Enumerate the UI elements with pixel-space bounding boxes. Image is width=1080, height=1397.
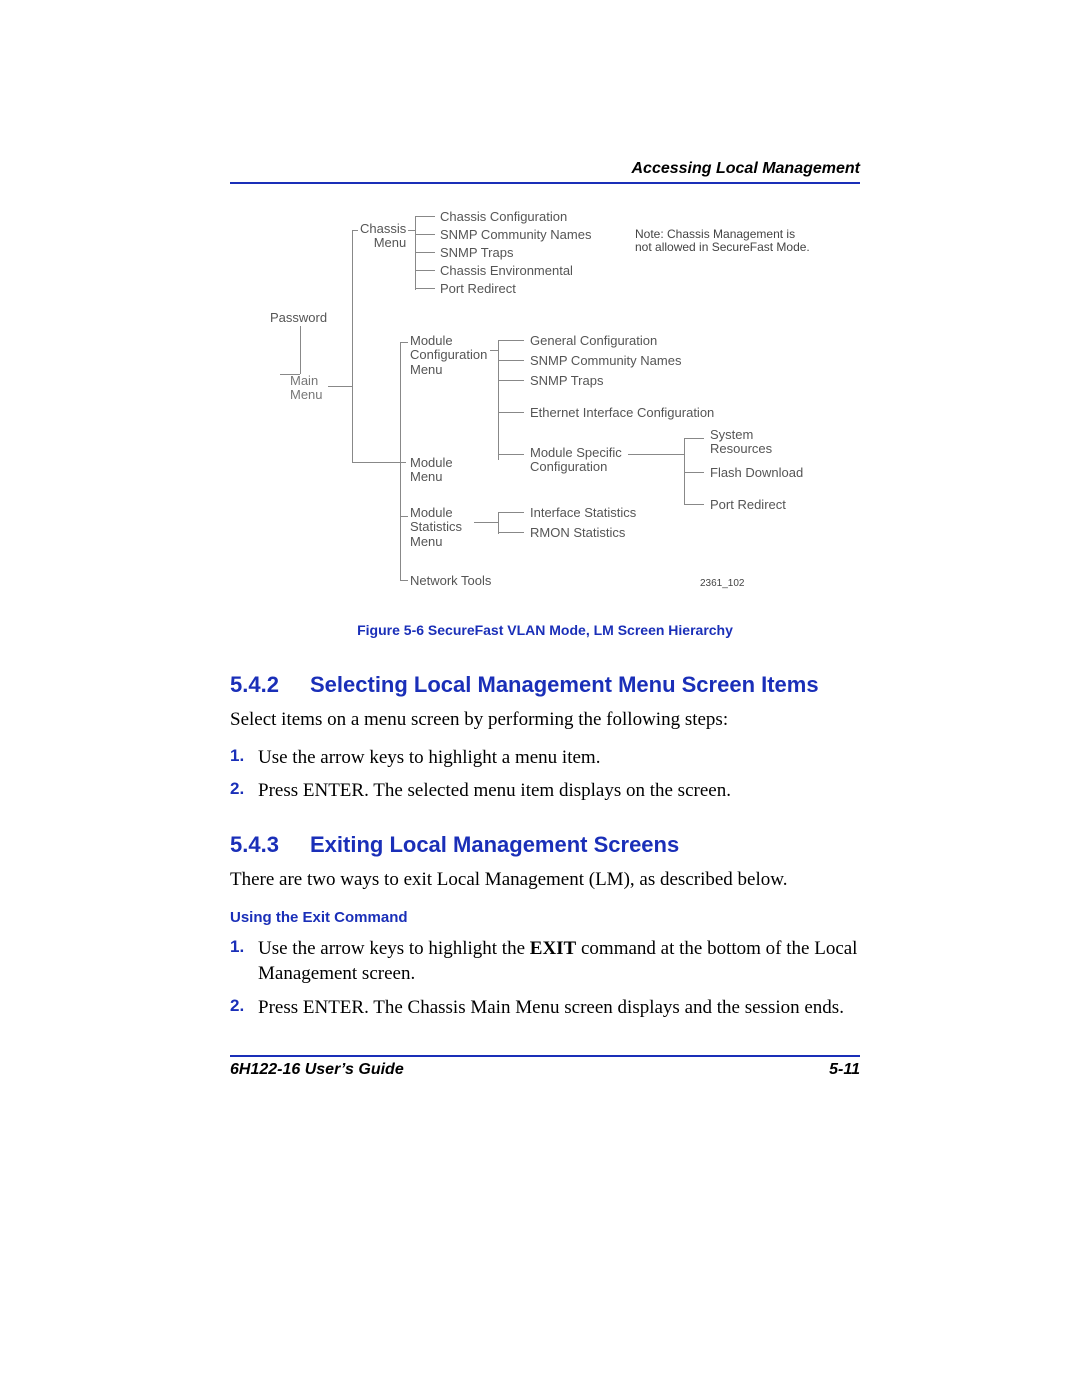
footer-rule: [230, 1055, 860, 1057]
lbl-chassis-item-2: SNMP Traps: [440, 246, 513, 260]
lbl-mc-item-3: Ethernet Interface Configuration: [530, 406, 714, 420]
step-number: 2.: [230, 778, 244, 801]
step-number: 1.: [230, 745, 244, 768]
list-item: 1. Use the arrow keys to highlight the E…: [230, 936, 860, 987]
lbl-stats-item-0: Interface Statistics: [530, 506, 636, 520]
lbl-module-menu: Module Menu: [410, 456, 453, 485]
lbl-mc-item-1: SNMP Community Names: [530, 354, 681, 368]
lbl-module-specific: Module Specific Configuration: [530, 446, 622, 475]
lbl-chassis-item-3: Chassis Environmental: [440, 264, 573, 278]
heading-title: Exiting Local Management Screens: [310, 832, 679, 857]
list-item: 2. Press ENTER. The selected menu item di…: [230, 778, 860, 804]
step-text: Use the arrow keys to highlight the EXIT…: [258, 938, 857, 985]
step-number: 2.: [230, 995, 244, 1018]
lbl-password: Password: [270, 311, 327, 325]
heading-num: 5.4.2: [230, 672, 310, 698]
lbl-main-menu: Main Menu: [290, 374, 323, 403]
lbl-stats-item-1: RMON Statistics: [530, 526, 625, 540]
lbl-network-tools: Network Tools: [410, 574, 491, 588]
lbl-note: Note: Chassis Management is not allowed …: [635, 228, 810, 254]
hierarchy-diagram: Password Main Menu Chassis Menu Chassis …: [230, 206, 860, 616]
footer-left: 6H122-16 User’s Guide: [230, 1061, 404, 1079]
lbl-chassis-item-0: Chassis Configuration: [440, 210, 567, 224]
heading-5-4-3: 5.4.3Exiting Local Management Screens: [230, 832, 860, 858]
step-text: Press ENTER. The Chassis Main Menu scree…: [258, 997, 844, 1018]
doc-id: 2361_102: [700, 578, 745, 589]
lbl-ms-item-1: Flash Download: [710, 466, 803, 480]
figure-caption: Figure 5-6 SecureFast VLAN Mode, LM Scre…: [230, 622, 860, 638]
footer: 6H122-16 User’s Guide 5-11: [230, 1061, 860, 1079]
lbl-chassis-item-1: SNMP Community Names: [440, 228, 591, 242]
section1-steps: 1. Use the arrow keys to highlight a menu…: [230, 745, 860, 804]
heading-5-4-2: 5.4.2Selecting Local Management Menu Scr…: [230, 672, 860, 698]
section2-intro: There are two ways to exit Local Managem…: [230, 868, 860, 893]
section1-intro: Select items on a menu screen by perform…: [230, 708, 860, 733]
subheading-exit-command: Using the Exit Command: [230, 909, 860, 926]
lbl-chassis-menu: Chassis Menu: [360, 222, 406, 251]
step-text: Use the arrow keys to highlight a menu i…: [258, 747, 600, 768]
running-header: Accessing Local Management: [230, 160, 860, 178]
lbl-ms-item-0: System Resources: [710, 428, 772, 457]
lbl-mc-item-2: SNMP Traps: [530, 374, 603, 388]
list-item: 1. Use the arrow keys to highlight a menu…: [230, 745, 860, 771]
footer-right: 5-11: [829, 1061, 860, 1079]
lbl-mc-item-0: General Configuration: [530, 334, 657, 348]
heading-num: 5.4.3: [230, 832, 310, 858]
list-item: 2. Press ENTER. The Chassis Main Menu sc…: [230, 995, 860, 1021]
header-rule: [230, 182, 860, 184]
section2-steps: 1. Use the arrow keys to highlight the E…: [230, 936, 860, 1021]
lbl-chassis-item-4: Port Redirect: [440, 282, 516, 296]
step-text: Press ENTER. The selected menu item disp…: [258, 780, 731, 801]
lbl-module-config-menu: Module Configuration Menu: [410, 334, 487, 377]
heading-title: Selecting Local Management Menu Screen I…: [310, 672, 819, 697]
lbl-module-stats-menu: Module Statistics Menu: [410, 506, 462, 549]
step-number: 1.: [230, 936, 244, 959]
lbl-ms-item-2: Port Redirect: [710, 498, 786, 512]
